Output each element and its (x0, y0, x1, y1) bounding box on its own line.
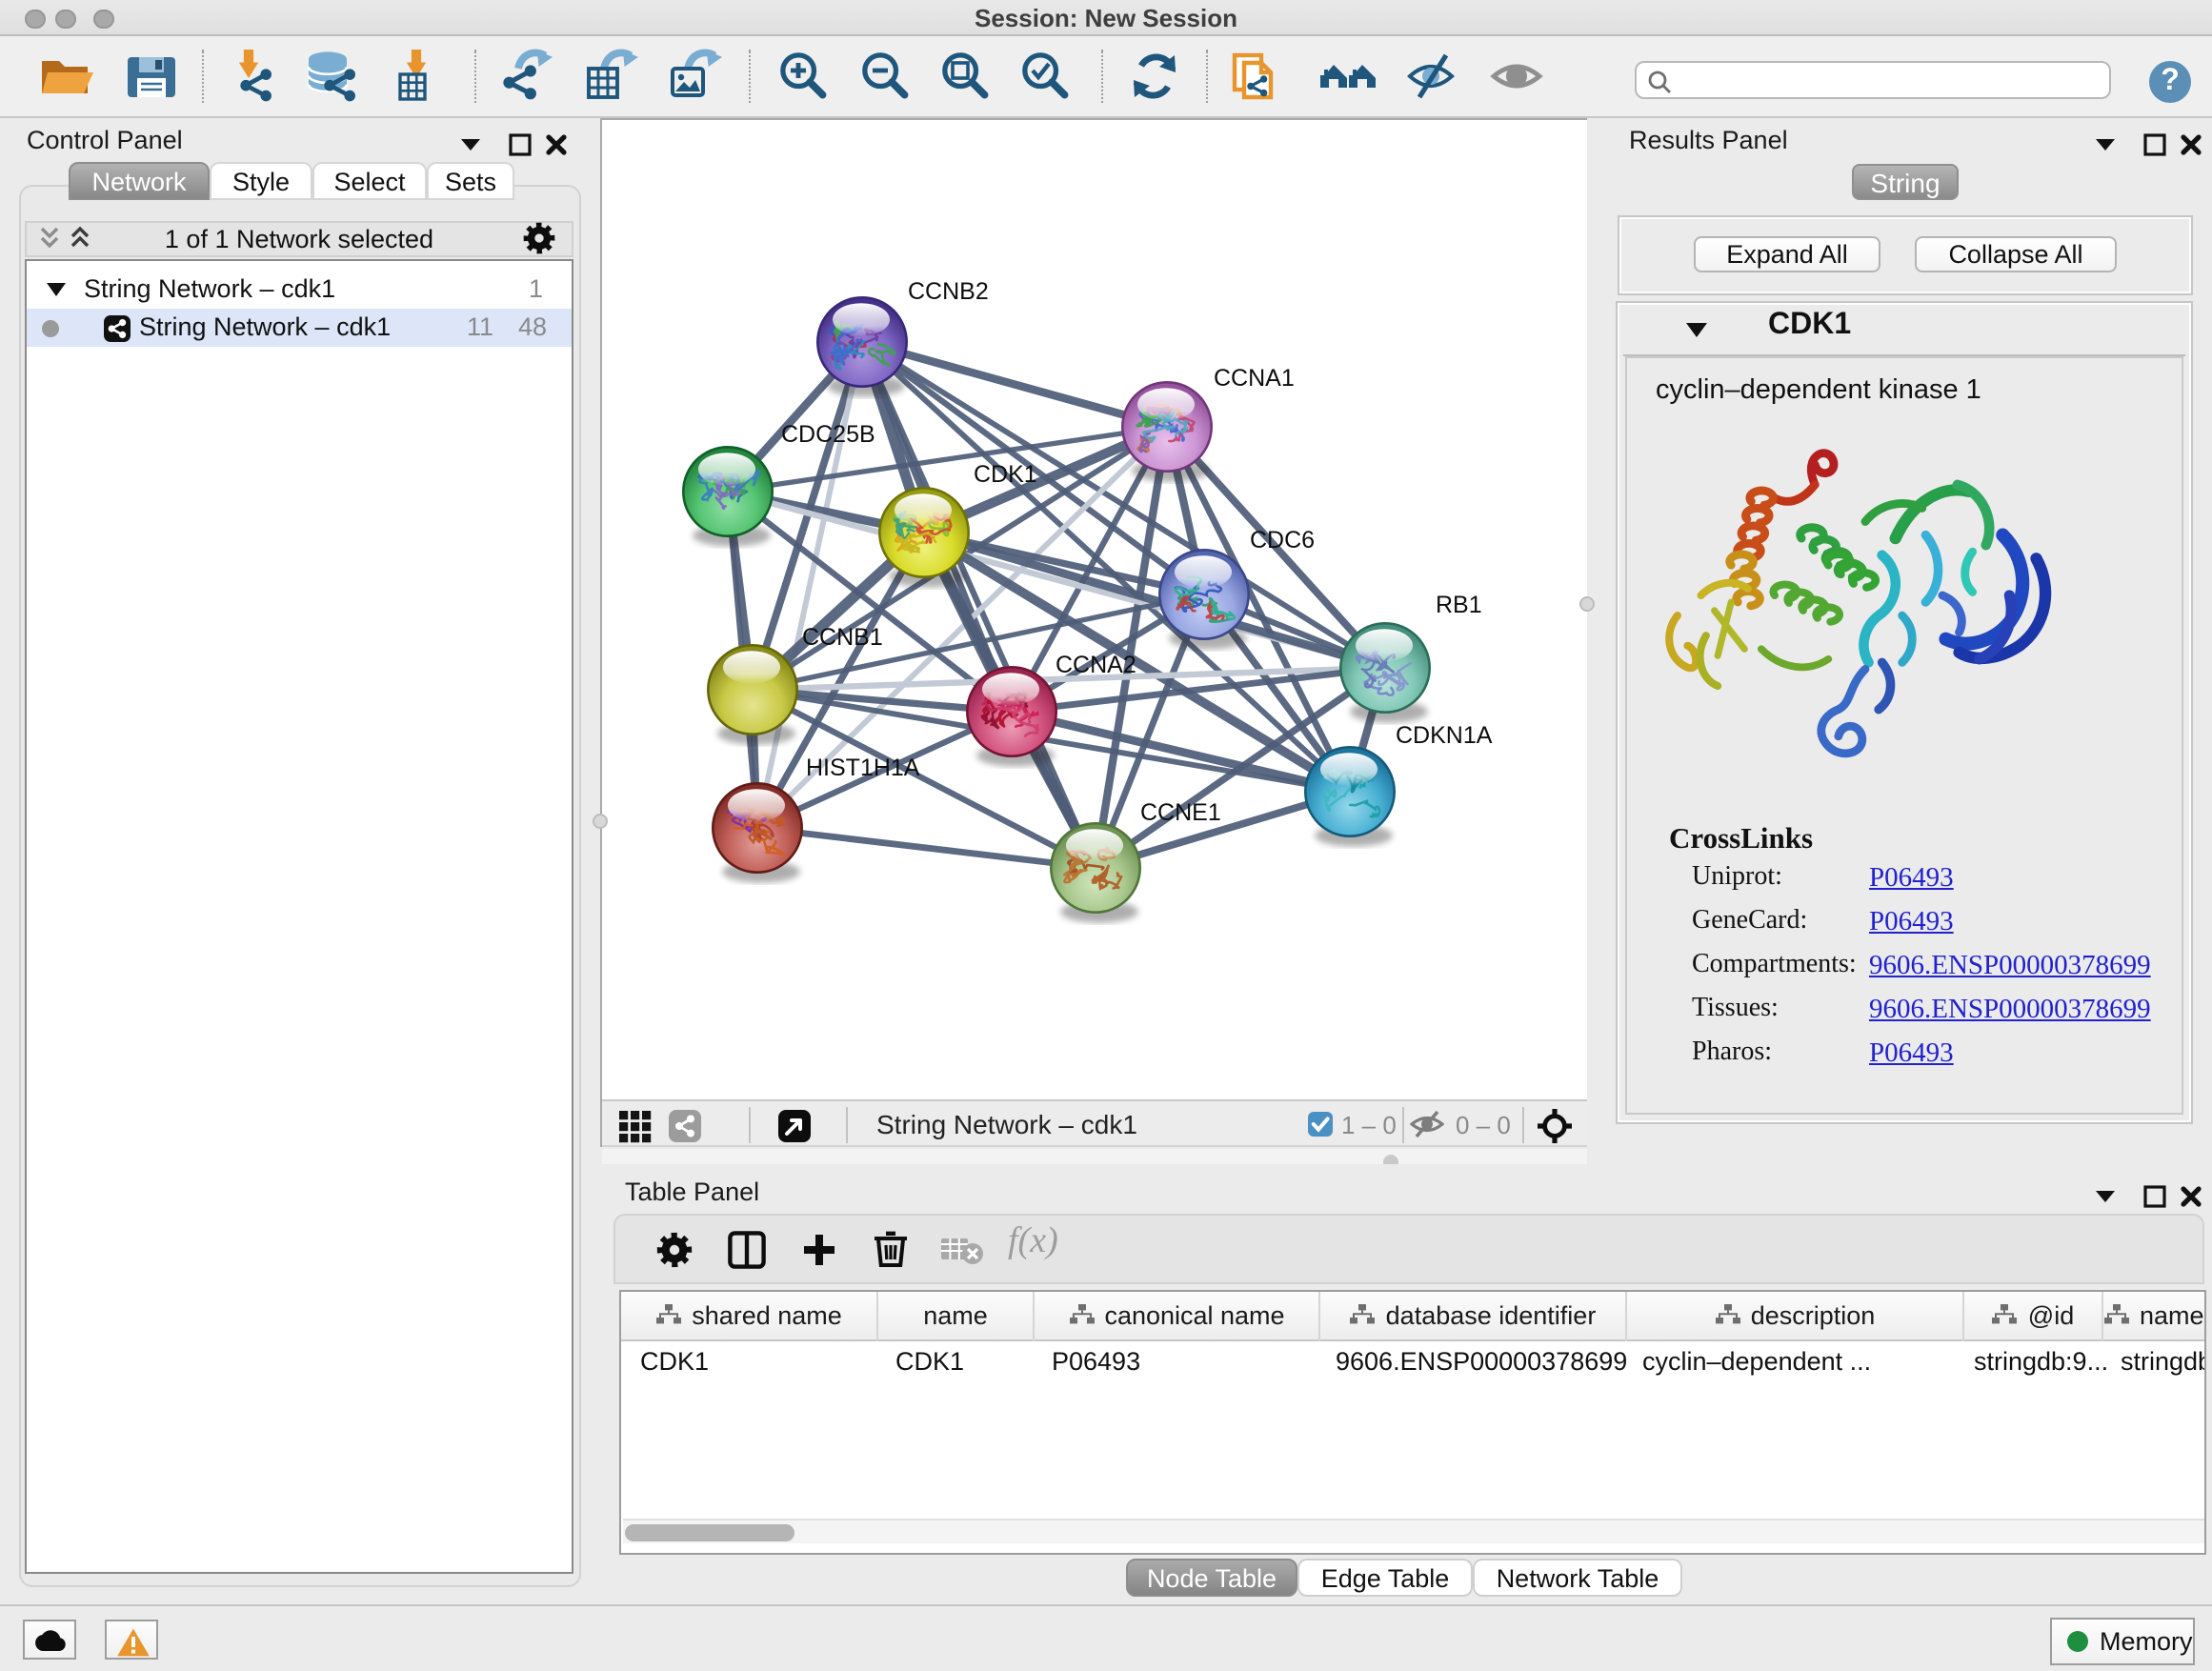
svg-text:CDC25B: CDC25B (781, 421, 875, 448)
svg-text:CDKN1A: CDKN1A (1396, 722, 1493, 749)
svg-text:HIST1H1A: HIST1H1A (806, 755, 920, 781)
svg-text:CCNB1: CCNB1 (802, 624, 883, 651)
svg-text:RB1: RB1 (1436, 592, 1482, 618)
svg-text:CDK1: CDK1 (974, 461, 1037, 488)
svg-text:CDC6: CDC6 (1250, 527, 1315, 554)
svg-text:CCNE1: CCNE1 (1140, 799, 1221, 826)
svg-text:CCNA1: CCNA1 (1214, 365, 1295, 392)
svg-text:CCNA2: CCNA2 (1056, 652, 1136, 678)
svg-text:CCNB2: CCNB2 (908, 278, 989, 305)
